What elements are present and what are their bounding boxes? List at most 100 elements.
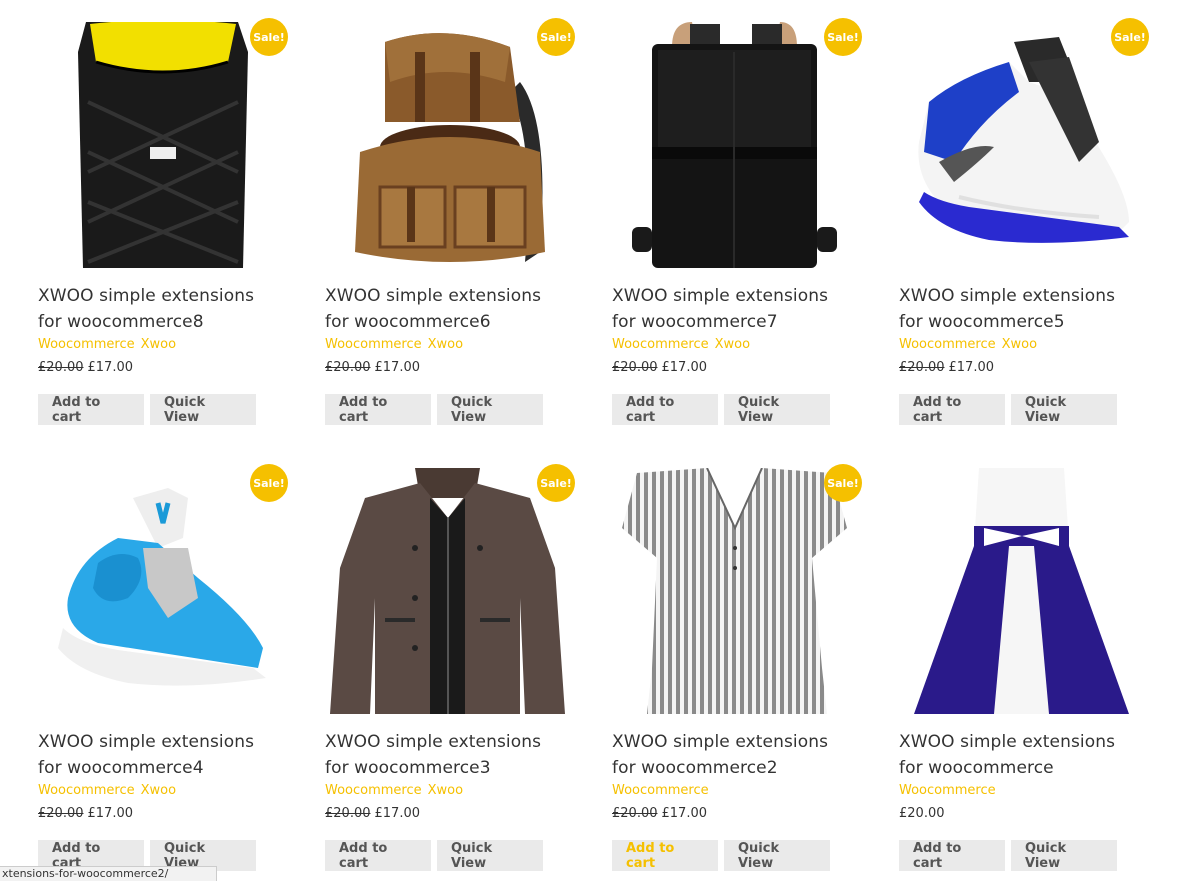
add-to-cart-button[interactable]: Add to cart [38,394,144,425]
product-actions: Add to cart Quick View [899,394,1146,425]
quick-view-button[interactable]: Quick View [437,394,543,425]
quick-view-button[interactable]: Quick View [150,394,256,425]
category-link[interactable]: Xwoo [428,783,463,798]
product-actions: Add to cart Quick View [612,394,859,425]
product-categories: Woocommerce [899,781,1146,801]
sale-badge: Sale! [537,464,575,502]
product-price: £20.00 £17.00 [325,804,572,824]
product-actions: Add to cart Quick View [612,840,859,871]
quick-view-button[interactable]: Quick View [724,840,830,871]
regular-price: £20.00 [899,806,945,821]
product-actions: Add to cart Quick View [38,394,285,425]
add-to-cart-button[interactable]: Add to cart [899,840,1005,871]
category-link[interactable]: Woocommerce [612,337,709,352]
product-title[interactable]: XWOO simple extensions for woocommerce4 [38,729,285,781]
black-backpack-image [78,22,248,268]
product-image[interactable] [38,468,285,714]
old-price: £20.00 [325,806,371,821]
add-to-cart-button[interactable]: Add to cart [612,394,718,425]
quick-view-button[interactable]: Quick View [724,394,830,425]
product-categories: Woocommerce [612,781,859,801]
category-link[interactable]: Woocommerce [325,337,422,352]
quick-view-button[interactable]: Quick View [1011,394,1117,425]
product-image[interactable] [899,468,1146,714]
product-title[interactable]: XWOO simple extensions for woocommerce8 [38,283,285,335]
sale-price: £17.00 [374,806,421,821]
product-categories: Woocommerce Xwoo [612,335,859,355]
sale-price: £17.00 [948,360,995,375]
category-link[interactable]: Xwoo [1002,337,1037,352]
product-card: Sale! XWOO simple extensions for woocomm… [38,464,288,894]
product-title[interactable]: XWOO simple extensions for woocommerce3 [325,729,572,781]
category-link[interactable]: Xwoo [141,337,176,352]
product-actions: Add to cart Quick View [325,394,572,425]
old-price: £20.00 [612,360,658,375]
product-image[interactable] [325,468,572,714]
product-price: £20.00 £17.00 [38,358,285,378]
product-price: £20.00 £17.00 [612,804,859,824]
add-to-cart-button[interactable]: Add to cart [325,840,431,871]
product-title[interactable]: XWOO simple extensions for woocommerce5 [899,283,1146,335]
product-title[interactable]: XWOO simple extensions for woocommerce6 [325,283,572,335]
category-link[interactable]: Xwoo [715,337,750,352]
category-link[interactable]: Woocommerce [38,783,135,798]
old-price: £20.00 [899,360,945,375]
old-price: £20.00 [38,806,84,821]
product-card: Sale! XWOO simple extensions for woocomm… [325,18,575,448]
quick-view-button[interactable]: Quick View [1011,840,1117,871]
sale-price: £17.00 [374,360,421,375]
sale-badge: Sale! [250,464,288,502]
product-grid: Sale! XWOO simple extensions for woocomm… [38,18,1149,894]
product-image[interactable] [612,22,859,268]
product-title[interactable]: XWOO simple extensions for woocommerce7 [612,283,859,335]
product-image[interactable] [612,468,859,714]
category-link[interactable]: Woocommerce [612,783,709,798]
old-price: £20.00 [325,360,371,375]
sale-badge: Sale! [1111,18,1149,56]
product-title[interactable]: XWOO simple extensions for woocommerce2 [612,729,859,781]
sale-price: £17.00 [661,806,708,821]
product-image[interactable] [899,22,1146,268]
sale-badge: Sale! [537,18,575,56]
product-price: £20.00 £17.00 [899,358,1146,378]
product-actions: Add to cart Quick View [325,840,572,871]
category-link[interactable]: Woocommerce [38,337,135,352]
blue-dress-image [914,468,1129,714]
product-actions: Add to cart Quick View [899,840,1146,871]
product-categories: Woocommerce Xwoo [38,335,285,355]
add-to-cart-button[interactable]: Add to cart [899,394,1005,425]
leather-backpack-image [632,22,837,268]
browser-status-bar: xtensions-for-woocommerce2/ [0,866,217,881]
quick-view-button[interactable]: Quick View [437,840,543,871]
add-to-cart-button[interactable]: Add to cart [612,840,718,871]
add-to-cart-button[interactable]: Add to cart [325,394,431,425]
brown-jacket-image [330,468,565,714]
product-categories: Woocommerce Xwoo [899,335,1146,355]
product-card: Sale! XWOO simple extensions for woocomm… [612,18,862,448]
old-price: £20.00 [612,806,658,821]
striped-blouse-image [622,468,847,714]
old-price: £20.00 [38,360,84,375]
sale-badge: Sale! [824,18,862,56]
product-card: Sale! XWOO simple extensions for woocomm… [612,464,862,894]
product-price: £20.00 £17.00 [612,358,859,378]
product-image[interactable] [325,22,572,268]
product-categories: Woocommerce Xwoo [38,781,285,801]
category-link[interactable]: Woocommerce [325,783,422,798]
category-link[interactable]: Xwoo [428,337,463,352]
sale-price: £17.00 [661,360,708,375]
product-card: Sale! XWOO simple extensions for woocomm… [899,18,1149,448]
product-price: £20.00 £17.00 [38,804,285,824]
category-link[interactable]: Woocommerce [899,337,996,352]
category-link[interactable]: Xwoo [141,783,176,798]
sale-badge: Sale! [250,18,288,56]
sale-price: £17.00 [87,360,134,375]
product-price: £20.00 [899,804,1146,824]
product-title[interactable]: XWOO simple extensions for woocommerce [899,729,1146,781]
product-image[interactable] [38,22,285,268]
category-link[interactable]: Woocommerce [899,783,996,798]
product-categories: Woocommerce Xwoo [325,335,572,355]
product-price: £20.00 £17.00 [325,358,572,378]
product-card: XWOO simple extensions for woocommerce W… [899,468,1146,894]
sale-price: £17.00 [87,806,134,821]
